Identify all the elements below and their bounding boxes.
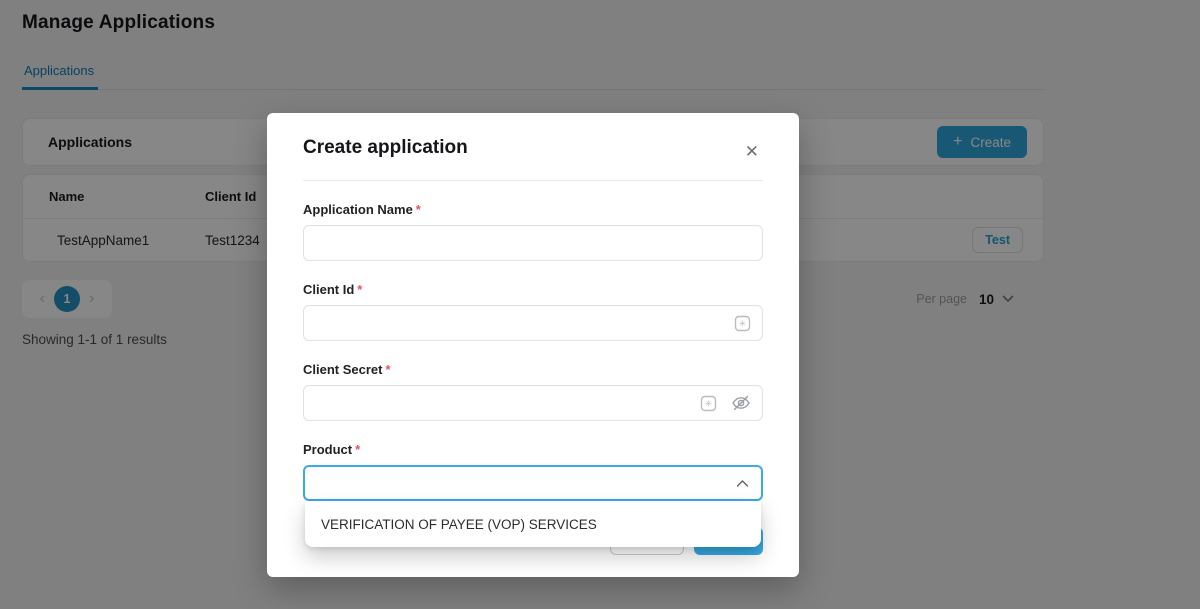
product-label: Product* [303,442,763,457]
product-select[interactable]: VERIFICATION OF PAYEE (VOP) SERVICES [303,465,763,501]
product-dropdown: VERIFICATION OF PAYEE (VOP) SERVICES [305,501,761,547]
modal-title: Create application [303,137,468,159]
required-mark: * [385,362,390,377]
create-application-modal: Create application ✕ Application Name* C… [267,113,799,577]
eye-off-icon[interactable] [731,394,751,412]
application-name-label: Application Name* [303,202,763,217]
close-icon[interactable]: ✕ [741,139,763,164]
client-id-input[interactable] [303,305,763,341]
client-secret-label: Client Secret* [303,362,763,377]
modal-header: Create application ✕ [267,113,799,164]
application-name-label-text: Application Name [303,202,413,217]
client-secret-field-wrap: ✳ [303,385,763,421]
client-secret-field-icons: ✳ [700,385,751,421]
client-secret-input[interactable] [303,385,763,421]
modal-body: Application Name* Client Id* ✳ Client Se… [267,202,799,501]
client-id-field-wrap: ✳ [303,305,763,341]
generate-icon[interactable]: ✳ [734,315,751,332]
product-label-text: Product [303,442,352,457]
svg-text:✳: ✳ [705,399,713,409]
required-mark: * [416,202,421,217]
chevron-up-icon [736,479,749,488]
required-mark: * [357,282,362,297]
svg-text:✳: ✳ [739,319,747,329]
client-id-field-icons: ✳ [734,305,751,341]
application-name-input[interactable] [303,225,763,261]
client-secret-label-text: Client Secret [303,362,382,377]
client-id-label: Client Id* [303,282,763,297]
client-id-label-text: Client Id [303,282,354,297]
modal-header-divider [303,180,763,181]
application-name-field-wrap [303,225,763,261]
required-mark: * [355,442,360,457]
product-option-vop[interactable]: VERIFICATION OF PAYEE (VOP) SERVICES [305,501,761,547]
generate-icon[interactable]: ✳ [700,395,717,412]
